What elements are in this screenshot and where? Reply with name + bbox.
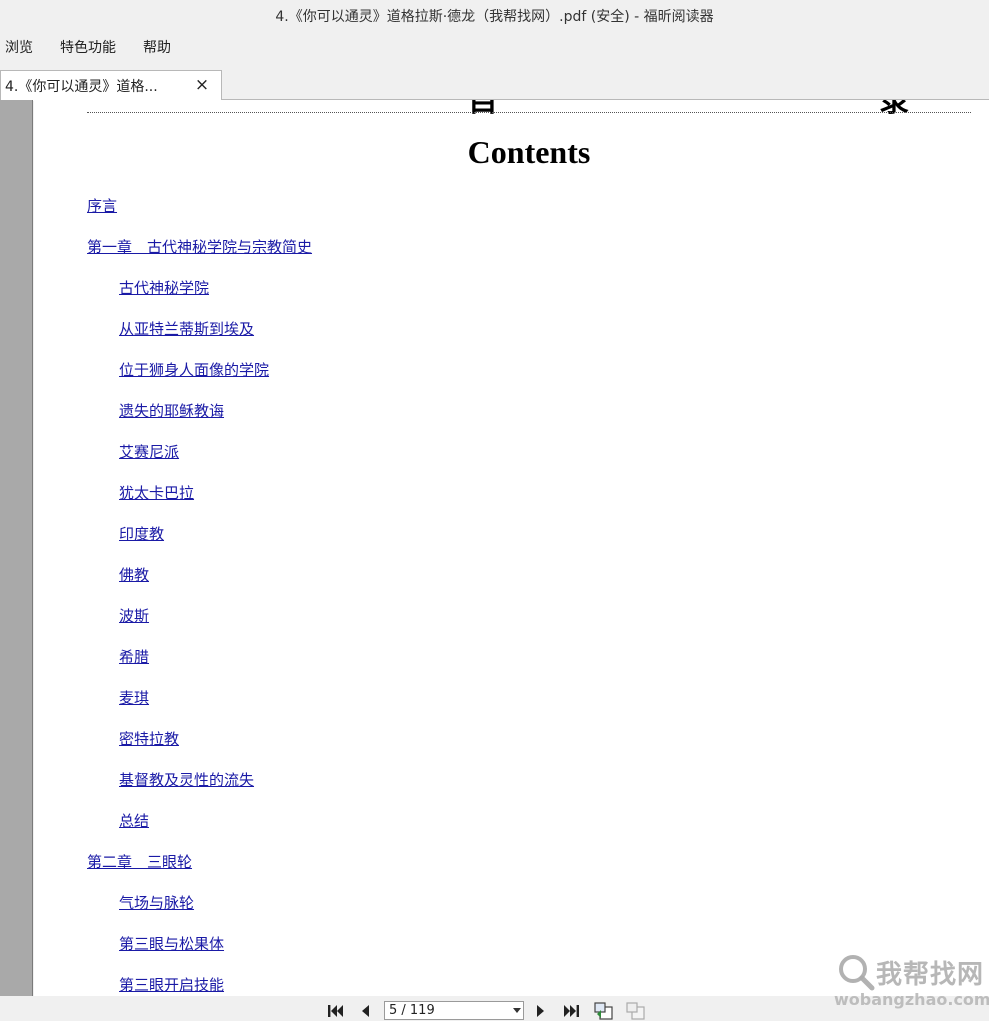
contents-title: Contents	[467, 134, 591, 170]
page-number-input[interactable]: 5 / 119	[384, 1001, 524, 1020]
menu-browse[interactable]: 浏览	[0, 32, 47, 64]
last-page-button[interactable]	[561, 1002, 583, 1020]
next-view-icon	[626, 1002, 645, 1020]
heading-glyph-right: 录	[879, 100, 909, 119]
pdf-page: 目 录 Contents 序言第一章 古代神秘学院与宗教简史古代神秘学院从亚特兰…	[34, 100, 989, 996]
toc-link[interactable]: 序言	[87, 195, 117, 216]
toc-link[interactable]: 遗失的耶稣教诲	[119, 400, 224, 421]
previous-view-button[interactable]	[593, 1002, 615, 1020]
tab-strip: 4.《你可以通灵》道格... ×	[0, 64, 989, 101]
tab-document[interactable]: 4.《你可以通灵》道格... ×	[0, 70, 222, 101]
toc-link[interactable]: 第二章 三眼轮	[87, 851, 192, 872]
toc-link[interactable]: 古代神秘学院	[119, 277, 209, 298]
previous-view-icon	[594, 1002, 613, 1020]
side-panel-gutter	[0, 100, 33, 996]
toc-link[interactable]: 位于狮身人面像的学院	[119, 359, 269, 380]
toc-link[interactable]: 气场与脉轮	[119, 892, 194, 913]
chevron-down-icon[interactable]	[513, 1008, 521, 1013]
heading-dotted-rule	[87, 112, 971, 113]
toc-link[interactable]: 基督教及灵性的流失	[119, 769, 254, 790]
toc-link[interactable]: 麦琪	[119, 687, 149, 708]
toc-link[interactable]: 艾赛尼派	[119, 441, 179, 462]
toc-link[interactable]: 犹太卡巴拉	[119, 482, 194, 503]
menu-help[interactable]: 帮助	[138, 32, 185, 64]
title-bar: 4.《你可以通灵》道格拉斯·德龙（我帮找网）.pdf (安全) - 福昕阅读器	[0, 0, 989, 32]
tab-close-icon[interactable]: ×	[193, 75, 211, 95]
status-bar: 5 / 119	[0, 996, 989, 1021]
window-title: 4.《你可以通灵》道格拉斯·德龙（我帮找网）.pdf (安全) - 福昕阅读器	[275, 9, 714, 25]
toc-link[interactable]: 第三眼开启技能	[119, 974, 224, 995]
first-page-button[interactable]	[324, 1002, 346, 1020]
toc-link[interactable]: 佛教	[119, 564, 149, 585]
toc-link[interactable]: 从亚特兰蒂斯到埃及	[119, 318, 254, 339]
toc-link[interactable]: 波斯	[119, 605, 149, 626]
page-indicator: 5 / 119	[389, 1003, 435, 1018]
previous-page-icon	[362, 1005, 369, 1017]
toc-link[interactable]: 第三眼与松果体	[119, 933, 224, 954]
tab-label: 4.《你可以通灵》道格...	[5, 79, 158, 95]
previous-page-button[interactable]	[354, 1002, 376, 1020]
toc-link[interactable]: 希腊	[119, 646, 149, 667]
last-page-icon	[564, 1005, 579, 1017]
toc-link[interactable]: 印度教	[119, 523, 164, 544]
clipped-heading: 目 录	[34, 100, 989, 119]
next-page-icon	[537, 1005, 544, 1017]
menu-features[interactable]: 特色功能	[55, 32, 130, 64]
toc-link[interactable]: 密特拉教	[119, 728, 179, 749]
first-page-icon	[328, 1005, 343, 1017]
next-page-button[interactable]	[530, 1002, 552, 1020]
menu-bar: 浏览 特色功能 帮助	[0, 32, 989, 64]
toc-link[interactable]: 第一章 古代神秘学院与宗教简史	[87, 236, 312, 257]
heading-glyph-left: 目	[468, 100, 498, 119]
next-view-button[interactable]	[625, 1002, 647, 1020]
toc-link[interactable]: 总结	[119, 810, 149, 831]
